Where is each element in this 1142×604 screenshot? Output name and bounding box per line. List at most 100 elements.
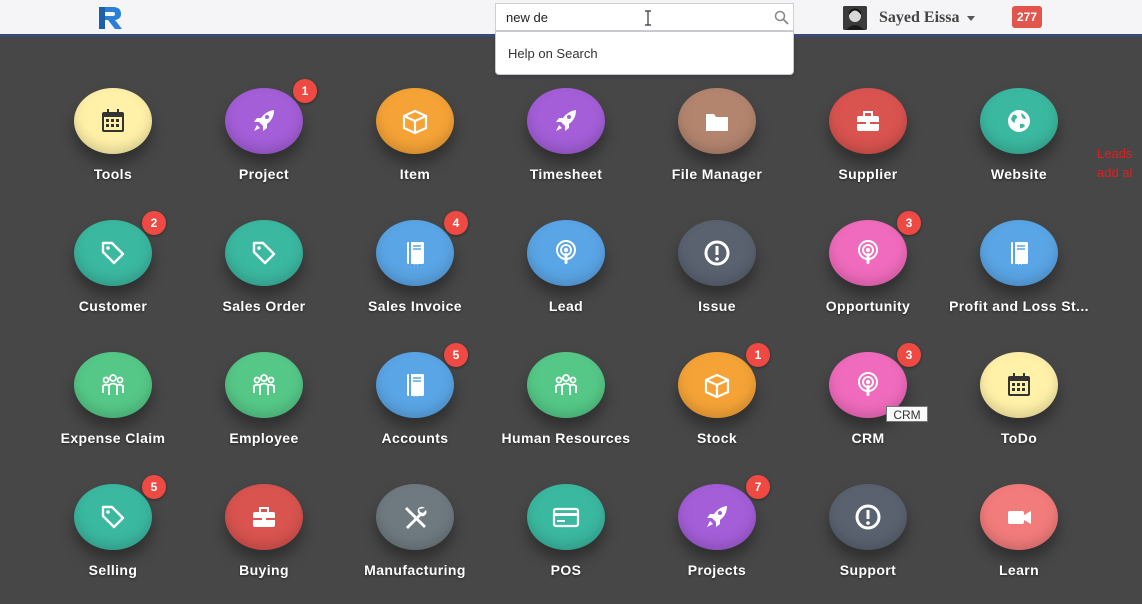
module-icon-circle[interactable] [376, 484, 454, 550]
rocket-icon [556, 110, 576, 131]
box-icon [402, 109, 428, 135]
module-tile-project[interactable]: Project 1 [189, 79, 339, 208]
podcast-icon [556, 240, 576, 264]
module-icon-circle[interactable] [376, 88, 454, 154]
module-tile-sales-invoice[interactable]: Sales Invoice 4 [340, 211, 490, 340]
module-tile-learn[interactable]: Learn [944, 484, 1094, 604]
module-icon-circle[interactable] [74, 220, 152, 286]
module-label: Customer [78, 298, 148, 314]
module-tile-profit-and-loss-st[interactable]: Profit and Loss St... [944, 220, 1094, 340]
module-tile-file-manager[interactable]: File Manager [642, 88, 792, 208]
module-label: Manufacturing [364, 562, 466, 578]
user-menu[interactable]: Sayed Eissa [843, 5, 976, 31]
module-icon-circle[interactable] [74, 352, 152, 418]
calendar-icon [102, 109, 124, 132]
module-label: Stock [696, 430, 738, 446]
module-tile-website[interactable]: Website [944, 88, 1094, 208]
module-icon-circle[interactable] [74, 484, 152, 550]
module-icon-circle[interactable] [225, 484, 303, 550]
count-badge: 3 [897, 343, 921, 367]
module-tile-stock[interactable]: Stock 1 [642, 343, 792, 472]
people-icon [555, 374, 577, 395]
module-icon-circle[interactable] [980, 88, 1058, 154]
module-label: Human Resources [501, 430, 631, 446]
module-icon-circle[interactable] [527, 484, 605, 550]
module-icon-circle[interactable] [225, 352, 303, 418]
module-label: Timesheet [529, 166, 603, 182]
module-tile-lead[interactable]: Lead [491, 220, 641, 340]
tag-icon [101, 505, 125, 529]
module-tile-supplier[interactable]: Supplier [793, 88, 943, 208]
module-label: Profit and Loss St... [949, 298, 1089, 314]
module-label: Projects [687, 562, 747, 578]
crm-tooltip: CRM [886, 406, 928, 422]
notification-count-badge[interactable]: 277 [1012, 6, 1042, 28]
module-icon-circle[interactable] [980, 352, 1058, 418]
module-label: Supplier [838, 166, 898, 182]
module-icon-circle[interactable] [678, 484, 756, 550]
module-label: Buying [239, 562, 289, 578]
count-badge: 3 [897, 211, 921, 235]
module-icon-circle[interactable] [527, 88, 605, 154]
module-tile-buying[interactable]: Buying [189, 484, 339, 604]
module-icon-circle[interactable] [980, 484, 1058, 550]
module-tile-employee[interactable]: Employee [189, 352, 339, 472]
module-icon-circle[interactable] [829, 220, 907, 286]
count-badge: 4 [444, 211, 468, 235]
module-icon-circle[interactable] [829, 484, 907, 550]
module-tile-projects[interactable]: Projects 7 [642, 475, 792, 604]
book-icon [1011, 242, 1028, 265]
module-tile-issue[interactable]: Issue [642, 220, 792, 340]
module-tile-support[interactable]: Support [793, 484, 943, 604]
count-badge: 7 [746, 475, 770, 499]
module-tile-expense-claim[interactable]: Expense Claim [38, 352, 188, 472]
module-icon-circle[interactable] [980, 220, 1058, 286]
module-tile-sales-order[interactable]: Sales Order [189, 220, 339, 340]
module-label: Learn [998, 562, 1040, 578]
help-on-search-item[interactable]: Help on Search [508, 46, 598, 61]
rocket-icon [254, 110, 274, 131]
module-tile-accounts[interactable]: Accounts 5 [340, 343, 490, 472]
module-icon-circle[interactable] [376, 220, 454, 286]
module-icon-circle[interactable] [225, 88, 303, 154]
search-input[interactable] [496, 4, 766, 30]
user-photo-icon [843, 6, 867, 30]
module-icon-circle[interactable] [678, 352, 756, 418]
tag-icon [101, 241, 125, 265]
card-icon [552, 507, 580, 528]
module-icon-circle[interactable] [678, 220, 756, 286]
chevron-down-icon[interactable] [967, 15, 976, 21]
side-note-line-2: add al [1097, 165, 1133, 180]
tools-icon [405, 506, 427, 529]
module-tile-item[interactable]: Item [340, 88, 490, 208]
module-label: Support [839, 562, 897, 578]
module-icon-circle[interactable] [527, 220, 605, 286]
module-label: Sales Order [222, 298, 306, 314]
module-tile-pos[interactable]: POS [491, 484, 641, 604]
app-logo-icon[interactable] [96, 5, 124, 31]
module-tile-timesheet[interactable]: Timesheet [491, 88, 641, 208]
module-label: ToDo [1000, 430, 1038, 446]
module-icon-circle[interactable] [678, 88, 756, 154]
module-tile-selling[interactable]: Selling 5 [38, 475, 188, 604]
module-icon-circle[interactable] [74, 88, 152, 154]
module-icon-circle[interactable] [829, 88, 907, 154]
user-name[interactable]: Sayed Eissa [879, 9, 959, 27]
module-tile-todo[interactable]: ToDo [944, 352, 1094, 472]
folder-icon [706, 114, 728, 131]
module-label: Tools [93, 166, 133, 182]
briefcase-icon [253, 507, 275, 527]
module-tile-manufacturing[interactable]: Manufacturing [340, 484, 490, 604]
search-box[interactable] [495, 3, 794, 31]
module-tile-tools[interactable]: Tools [38, 88, 188, 208]
search-icon[interactable] [774, 10, 789, 25]
module-tile-customer[interactable]: Customer 2 [38, 211, 188, 340]
module-tile-opportunity[interactable]: Opportunity 3 [793, 211, 943, 340]
calendar-icon [1008, 373, 1030, 396]
module-icon-circle[interactable] [225, 220, 303, 286]
module-tile-human-resources[interactable]: Human Resources [491, 352, 641, 472]
podcast-icon [858, 372, 878, 396]
module-icon-circle[interactable] [376, 352, 454, 418]
module-icon-circle[interactable] [527, 352, 605, 418]
avatar[interactable] [843, 6, 867, 30]
